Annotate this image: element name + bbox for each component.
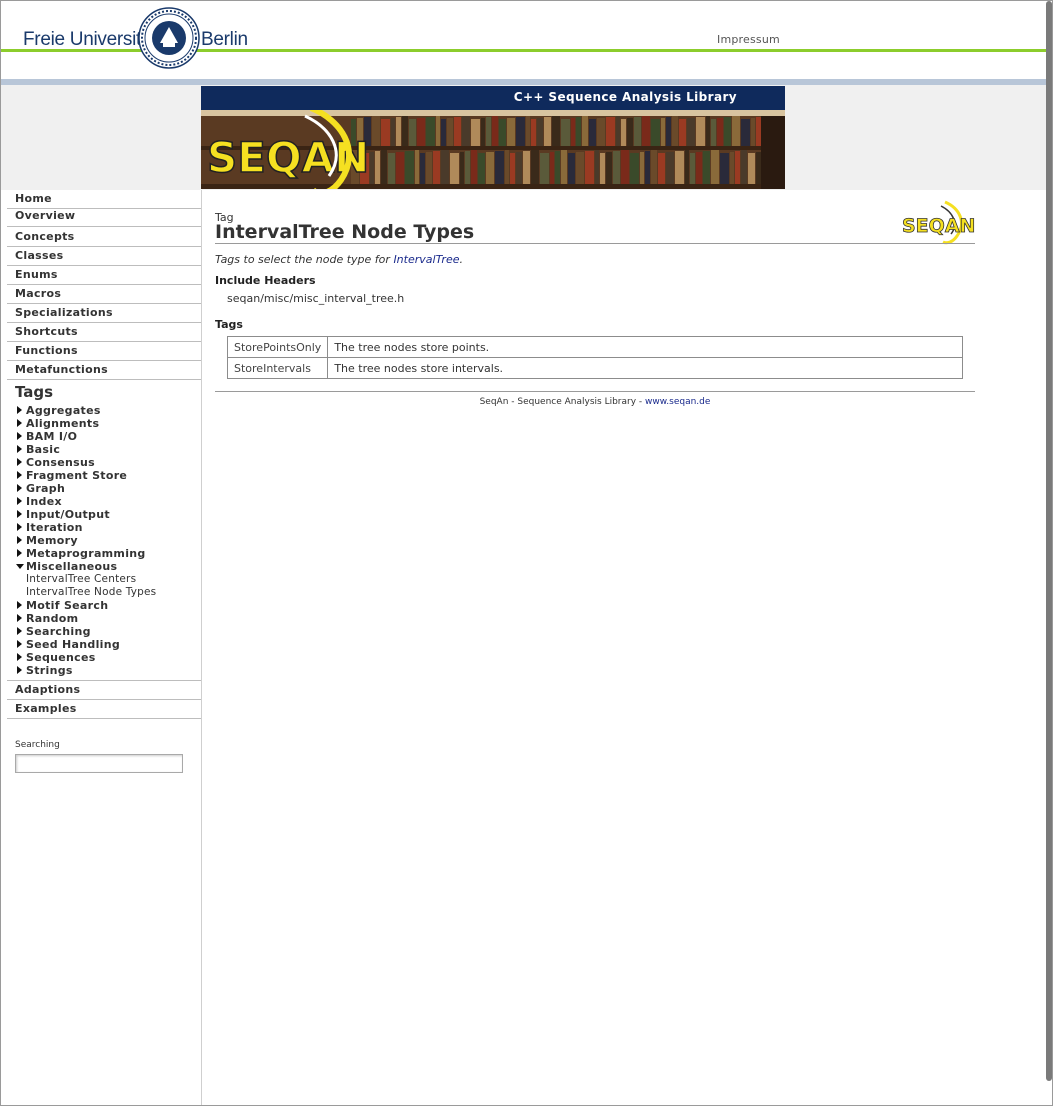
nav-item-home[interactable]: Home <box>7 190 201 209</box>
summary-text: Tags to select the node type for Interva… <box>215 253 463 266</box>
browser-frame: Freie Universität Berlin Impressum C++ S… <box>0 0 1053 1106</box>
collapsed-arrow-icon <box>17 653 22 661</box>
collapsed-arrow-icon <box>17 406 22 414</box>
nav-item-examples[interactable]: Examples <box>7 700 201 719</box>
impressum-link[interactable]: Impressum <box>717 33 780 46</box>
tags-section-heading: Tags <box>215 318 243 331</box>
collapsed-arrow-icon <box>17 445 22 453</box>
nav-tags-heading[interactable]: Tags <box>15 383 53 401</box>
tag-link-intervaltree-centers[interactable]: IntervalTree Centers <box>26 573 136 585</box>
page-title: IntervalTree Node Types <box>215 221 475 243</box>
nav-item-macros[interactable]: Macros <box>7 285 201 304</box>
nav-item-overview[interactable]: Overview <box>7 209 201 227</box>
banner-title-bar: C++ Sequence Analysis Library <box>201 86 785 110</box>
seqan-banner: C++ Sequence Analysis Library SEQAN <box>201 86 785 189</box>
nav-item-classes[interactable]: Classes <box>7 247 201 266</box>
collapsed-arrow-icon <box>17 601 22 609</box>
nav-item-shortcuts[interactable]: Shortcuts <box>7 323 201 342</box>
nav-item-adaptions[interactable]: Adaptions <box>7 680 201 700</box>
collapsed-arrow-icon <box>17 419 22 427</box>
small-logo-text: SEQAN <box>902 215 975 237</box>
nav-item-specializations[interactable]: Specializations <box>7 304 201 323</box>
collapsed-arrow-icon <box>17 640 22 648</box>
collapsed-arrow-icon <box>17 432 22 440</box>
collapsed-arrow-icon <box>17 458 22 466</box>
vertical-scrollbar[interactable] <box>1046 1 1052 1081</box>
table-row: StoreIntervals The tree nodes store inte… <box>226 357 963 379</box>
collapsed-arrow-icon <box>17 497 22 505</box>
table-row: StorePointsOnly The tree nodes store poi… <box>226 336 963 358</box>
university-header: Freie Universität Berlin Impressum <box>1 1 1052 79</box>
tag-desc-cell: The tree nodes store intervals. <box>327 357 963 379</box>
search-label: Searching <box>15 740 60 750</box>
tag-name-cell[interactable]: StoreIntervals <box>226 357 329 379</box>
collapsed-arrow-icon <box>17 627 22 635</box>
title-divider <box>215 243 975 244</box>
collapsed-arrow-icon <box>17 484 22 492</box>
collapsed-arrow-icon <box>17 471 22 479</box>
tag-desc-cell: The tree nodes store points. <box>327 336 963 358</box>
university-name-left: Freie Universität <box>23 29 157 50</box>
seqan-logo-icon[interactable]: SEQAN <box>901 200 975 246</box>
search-input[interactable] <box>15 754 183 773</box>
collapsed-arrow-icon <box>17 510 22 518</box>
footer-divider <box>215 391 975 392</box>
collapsed-arrow-icon <box>17 523 22 531</box>
sidebar-divider <box>201 190 202 1105</box>
nav-item-enums[interactable]: Enums <box>7 266 201 285</box>
tag-link-intervaltree-node-types[interactable]: IntervalTree Node Types <box>26 586 156 598</box>
collapsed-arrow-icon <box>17 536 22 544</box>
page-footer: SeqAn - Sequence Analysis Library - www.… <box>479 397 711 407</box>
intervaltree-link[interactable]: IntervalTree <box>393 253 459 266</box>
seqan-website-link[interactable]: www.seqan.de <box>645 397 710 407</box>
banner-title: C++ Sequence Analysis Library <box>513 90 737 104</box>
expanded-arrow-icon <box>16 564 24 569</box>
nav-item-metafunctions[interactable]: Metafunctions <box>7 361 201 380</box>
nav-item-functions[interactable]: Functions <box>7 342 201 361</box>
collapsed-arrow-icon <box>17 614 22 622</box>
include-file-path: seqan/misc/misc_interval_tree.h <box>227 292 405 305</box>
tags-table: StorePointsOnly The tree nodes store poi… <box>226 336 963 379</box>
library-bookshelf-image: SEQAN <box>201 110 785 189</box>
university-name-right: Berlin <box>201 29 248 50</box>
nav-item-concepts[interactable]: Concepts <box>7 228 201 247</box>
collapsed-arrow-icon <box>17 666 22 674</box>
include-headers-heading: Include Headers <box>215 274 316 287</box>
collapsed-arrow-icon <box>17 549 22 557</box>
tag-name-cell[interactable]: StorePointsOnly <box>226 336 329 358</box>
university-seal-icon[interactable] <box>138 7 200 69</box>
